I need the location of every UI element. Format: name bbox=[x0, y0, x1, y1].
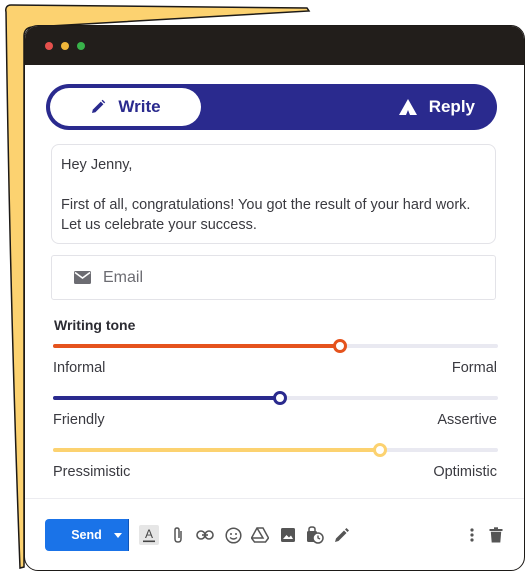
pencil-icon bbox=[90, 99, 106, 115]
window-titlebar bbox=[25, 26, 524, 65]
tab-reply-label: Reply bbox=[428, 97, 475, 116]
email-composer-window: Write Reply Hey Jenny, First of all, con… bbox=[24, 25, 525, 571]
message-body[interactable]: Hey Jenny, First of all, congratulations… bbox=[51, 144, 496, 244]
svg-text:A: A bbox=[145, 527, 153, 541]
more-options-icon[interactable] bbox=[462, 525, 482, 545]
tab-reply[interactable]: Reply bbox=[398, 88, 475, 126]
slider-label-optimistic: Optimistic bbox=[433, 464, 497, 480]
message-greeting: Hey Jenny, bbox=[61, 157, 133, 173]
slider-label-formal: Formal bbox=[451, 360, 497, 376]
message-line-2: Let us celebrate your success. bbox=[61, 217, 257, 233]
minimize-window-dot[interactable] bbox=[61, 42, 69, 50]
tone-slider-optimism[interactable] bbox=[53, 442, 498, 458]
send-options-button[interactable] bbox=[108, 519, 128, 551]
tone-slider-assertiveness[interactable] bbox=[53, 390, 498, 406]
toolbar-divider bbox=[25, 498, 524, 499]
message-line-1: First of all, congratulations! You got t… bbox=[61, 197, 471, 213]
writing-tone-title: Writing tone bbox=[54, 317, 136, 333]
confidential-mode-icon[interactable] bbox=[305, 525, 325, 545]
envelope-icon bbox=[74, 271, 91, 284]
email-field-label: Email bbox=[103, 268, 144, 286]
maximize-window-dot[interactable] bbox=[77, 42, 85, 50]
chevron-down-icon bbox=[114, 532, 122, 538]
mode-toggle: Write Reply bbox=[46, 84, 497, 130]
tone-slider-formality[interactable] bbox=[53, 338, 498, 354]
slider-thumb[interactable] bbox=[333, 339, 348, 353]
text-format-icon[interactable]: A bbox=[139, 525, 159, 545]
slider-label-pessimistic: Pressimistic bbox=[53, 464, 131, 480]
slider-label-informal: Informal bbox=[53, 360, 106, 376]
trash-icon[interactable] bbox=[486, 525, 506, 545]
image-icon[interactable] bbox=[278, 525, 298, 545]
signature-pen-icon[interactable] bbox=[332, 525, 352, 545]
slider-thumb[interactable] bbox=[373, 443, 388, 457]
triangle-a-icon bbox=[398, 99, 417, 115]
email-field[interactable]: Email bbox=[51, 255, 496, 300]
link-icon[interactable] bbox=[195, 525, 215, 545]
slider-label-assertive: Assertive bbox=[437, 412, 497, 428]
tab-write[interactable]: Write bbox=[50, 88, 201, 126]
drive-icon[interactable] bbox=[250, 525, 270, 545]
tab-write-label: Write bbox=[118, 97, 161, 116]
slider-label-friendly: Friendly bbox=[53, 412, 105, 428]
attachment-icon[interactable] bbox=[168, 525, 188, 545]
close-window-dot[interactable] bbox=[45, 42, 53, 50]
slider-thumb[interactable] bbox=[272, 391, 287, 405]
emoji-icon[interactable] bbox=[223, 525, 243, 545]
